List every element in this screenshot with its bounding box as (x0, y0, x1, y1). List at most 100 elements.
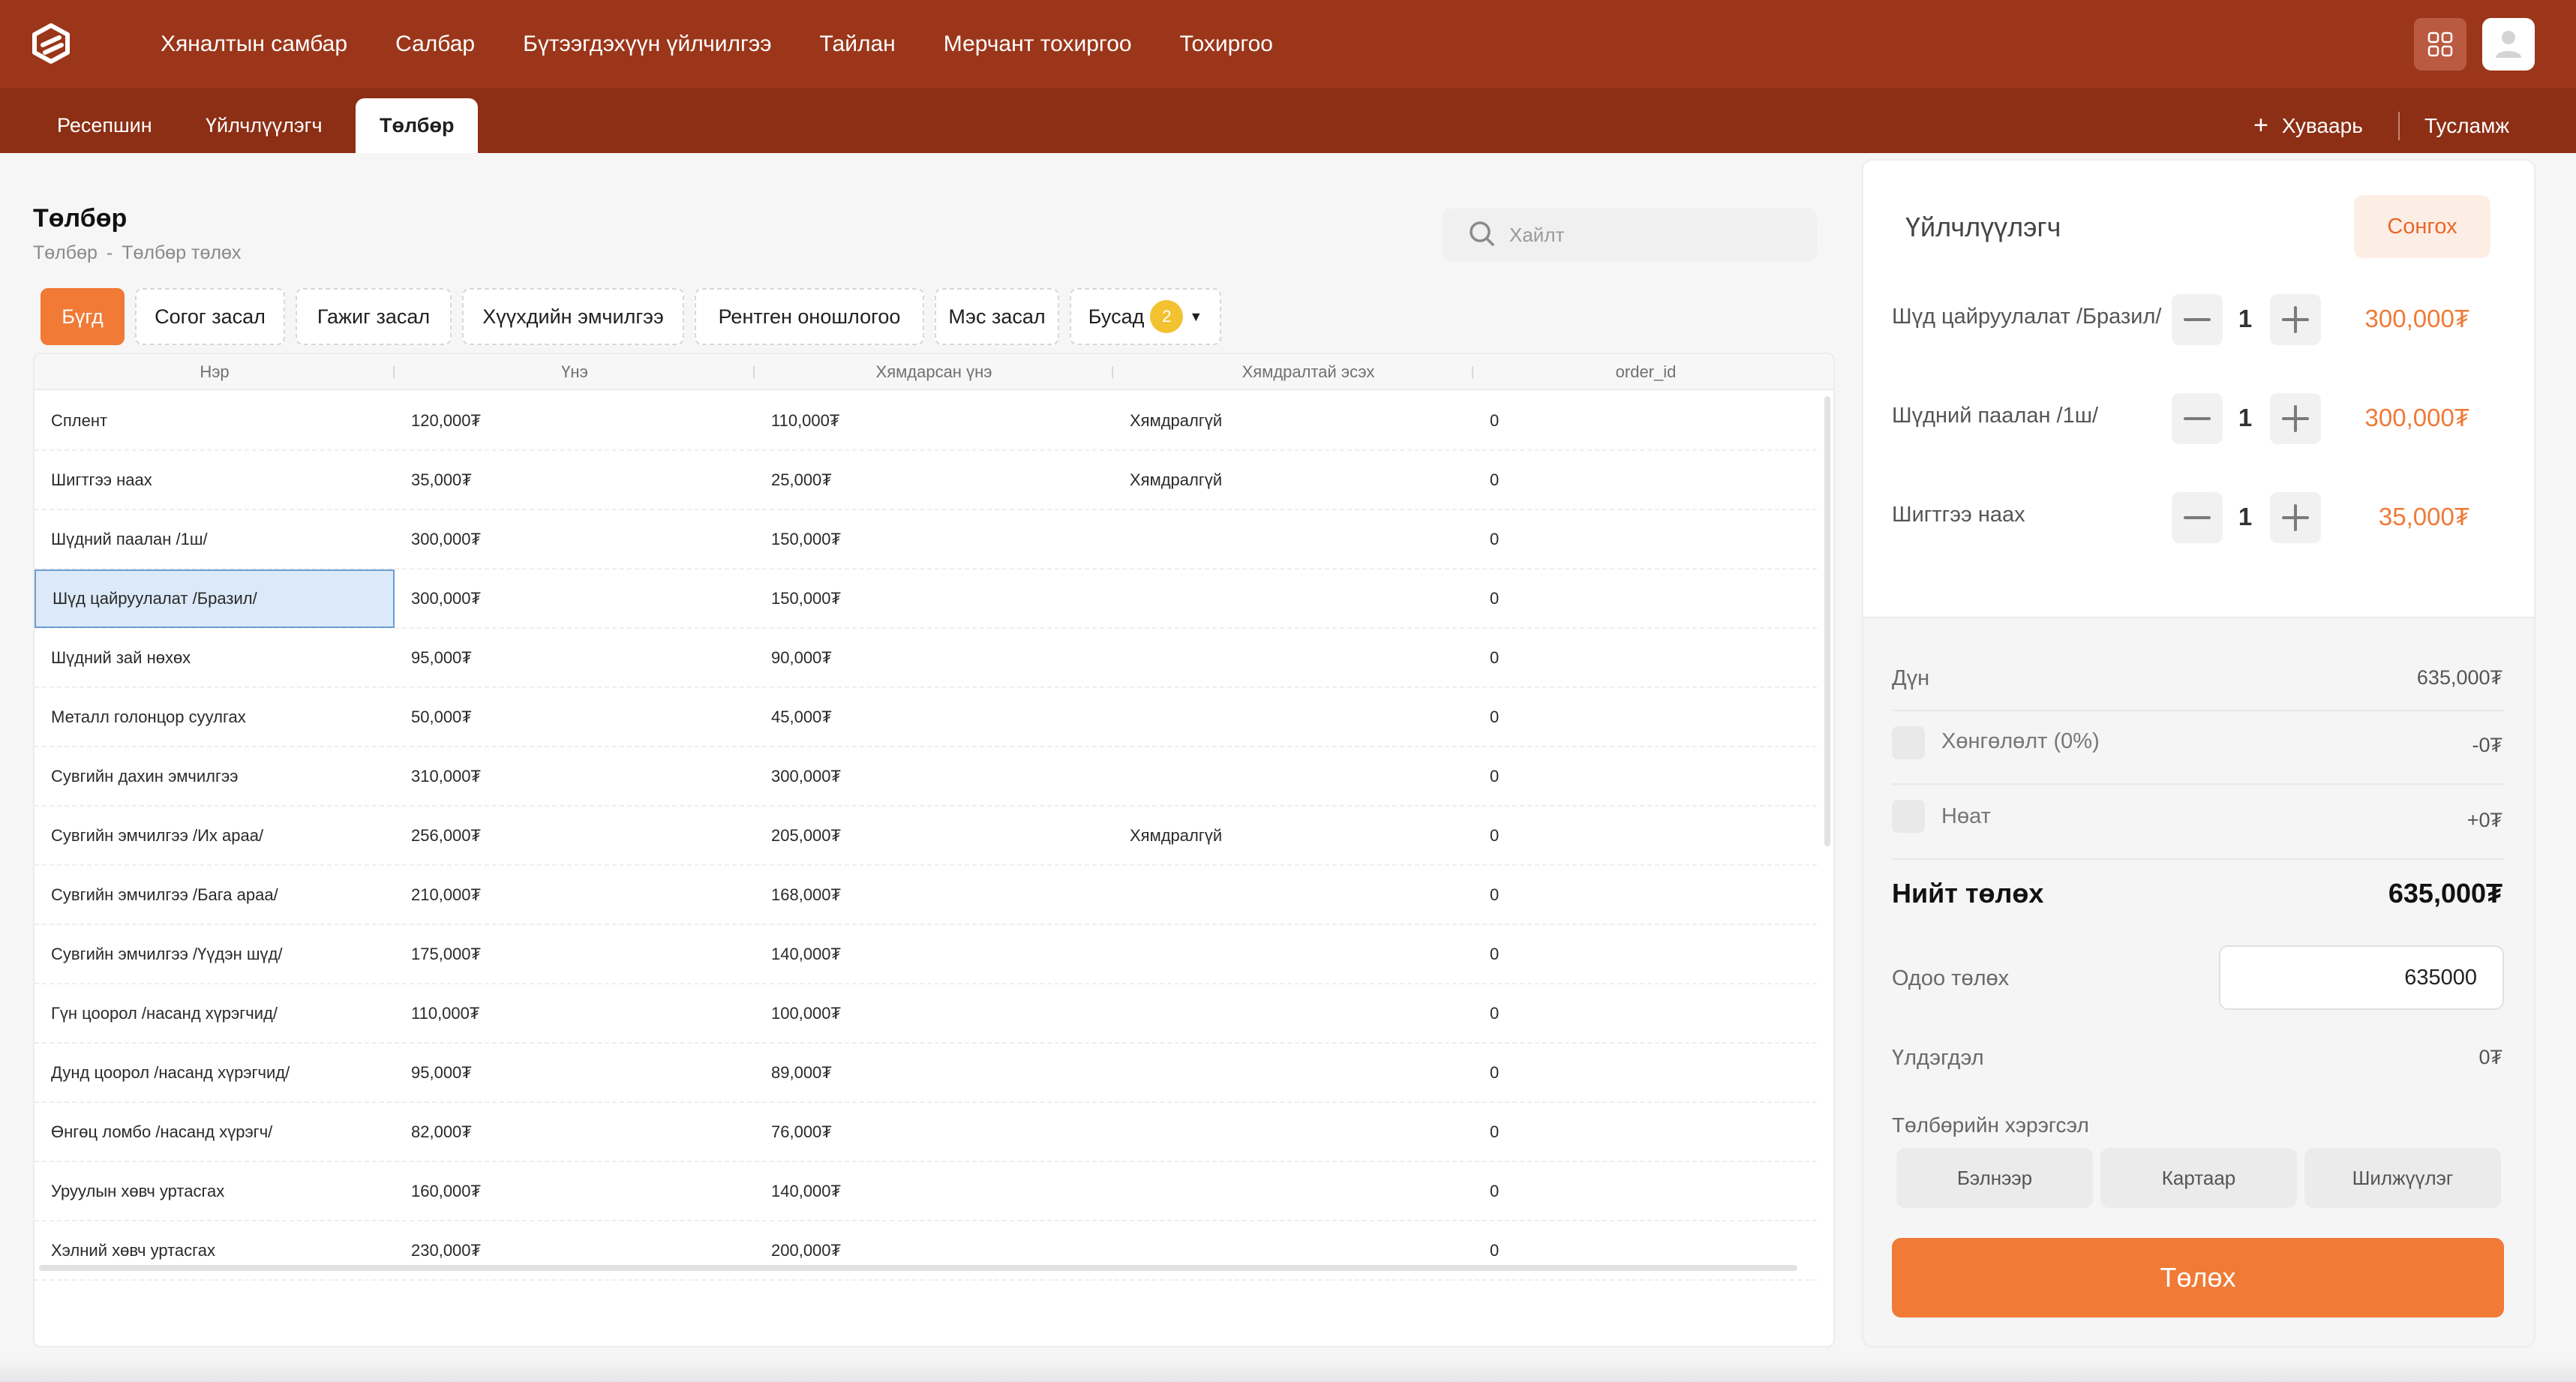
nav-branch[interactable]: Салбар (395, 32, 475, 57)
cell-order-id[interactable]: 0 (1473, 984, 1818, 1043)
nav-dashboard[interactable]: Хяналтын самбар (161, 32, 347, 57)
cell-discount-price[interactable]: 89,000₮ (755, 1044, 1113, 1102)
cell-is-discounted[interactable] (1113, 1221, 1473, 1280)
cell-name[interactable]: Уруулын хөвч уртасгах (35, 1162, 395, 1221)
cell-name[interactable]: Шигтгээ наах (35, 451, 395, 509)
cell-name[interactable]: Сувгийн эмчилгээ /Бага араа/ (35, 866, 395, 924)
table-row[interactable]: Металл голонцор суулгах 50,000₮ 45,000₮ 0 (35, 688, 1817, 747)
cell-price[interactable]: 300,000₮ (395, 569, 755, 628)
minus-icon[interactable] (2172, 294, 2223, 345)
cell-order-id[interactable]: 0 (1473, 510, 1818, 569)
cell-order-id[interactable]: 0 (1473, 866, 1818, 924)
filter-chip-orthodontics[interactable]: Гажиг засал (296, 288, 452, 345)
table-row[interactable]: Өнгөц ломбо /насанд хүрэгч/82,000₮ 76,000… (35, 1103, 1817, 1162)
table-row[interactable]: Шигтгээ наах 35,000₮ 25,000₮ Хямдралгүй 0 (35, 451, 1817, 510)
logo-icon[interactable] (30, 23, 72, 65)
table-row[interactable]: Шүд цайруулалат /Бразил/300,000₮ 150,000₮… (35, 569, 1817, 629)
cell-is-discounted[interactable] (1113, 1103, 1473, 1161)
cell-is-discounted[interactable] (1113, 1044, 1473, 1102)
cell-is-discounted[interactable] (1113, 925, 1473, 984)
minus-icon[interactable] (2172, 492, 2223, 543)
filter-chip-all[interactable]: Бүгд (41, 288, 125, 345)
breadcrumb-item[interactable]: Төлбөр (33, 242, 98, 263)
cell-discount-price[interactable]: 110,000₮ (755, 392, 1113, 450)
minus-icon[interactable] (2172, 393, 2223, 444)
table-row[interactable]: Шүдний зай нөхөх 95,000₮ 90,000₮ 0 (35, 629, 1817, 688)
cell-price[interactable]: 256,000₮ (395, 807, 755, 865)
cell-name[interactable]: Сувгийн эмчилгээ /Үүдэн шүд/ (35, 925, 395, 984)
cell-is-discounted[interactable] (1113, 866, 1473, 924)
table-row[interactable]: Хэлний хөвч уртасгах 230,000₮ 200,000₮ 0 (35, 1221, 1817, 1281)
cell-name[interactable]: Металл голонцор суулгах (35, 688, 395, 747)
cell-order-id[interactable]: 0 (1473, 451, 1818, 509)
column-header-discount-price[interactable]: Хямдарсан үнэ (755, 354, 1113, 390)
payment-method-card[interactable]: Картаар (2100, 1148, 2297, 1208)
nav-merchant-settings[interactable]: Мерчант тохиргоо (944, 32, 1132, 57)
column-header-order-id[interactable]: order_id (1473, 354, 1818, 390)
cell-discount-price[interactable]: 205,000₮ (755, 807, 1113, 865)
cell-order-id[interactable]: 0 (1473, 1162, 1818, 1221)
cell-name[interactable]: Гүн цоорол /насанд хүрэгчид/ (35, 984, 395, 1043)
cell-order-id[interactable]: 0 (1473, 1103, 1818, 1161)
cell-name[interactable]: Шүд цайруулалат /Бразил/ (35, 569, 395, 628)
cell-price[interactable]: 300,000₮ (395, 510, 755, 569)
payment-method-cash[interactable]: Бэлнээр (1896, 1148, 2093, 1208)
cell-price[interactable]: 310,000₮ (395, 747, 755, 806)
cell-is-discounted[interactable]: Хямдралгүй (1113, 451, 1473, 509)
user-avatar[interactable] (2482, 18, 2535, 71)
cell-is-discounted[interactable]: Хямдралгүй (1113, 392, 1473, 450)
tab-payment[interactable]: Төлбөр (356, 98, 479, 153)
cell-order-id[interactable]: 0 (1473, 1221, 1818, 1280)
cell-is-discounted[interactable] (1113, 510, 1473, 569)
cell-name[interactable]: Өнгөц ломбо /насанд хүрэгч/ (35, 1103, 395, 1161)
cell-is-discounted[interactable] (1113, 1162, 1473, 1221)
filter-chip-surgery[interactable]: Мэс засал (935, 288, 1059, 345)
cell-order-id[interactable]: 0 (1473, 807, 1818, 865)
table-row[interactable]: Шүдний паалан /1ш/300,000₮ 150,000₮ 0 (35, 510, 1817, 569)
cell-price[interactable]: 175,000₮ (395, 925, 755, 984)
cell-price[interactable]: 230,000₮ (395, 1221, 755, 1280)
nav-settings[interactable]: Тохиргоо (1180, 32, 1273, 57)
cell-discount-price[interactable]: 25,000₮ (755, 451, 1113, 509)
cell-price[interactable]: 210,000₮ (395, 866, 755, 924)
cell-price[interactable]: 95,000₮ (395, 1044, 755, 1102)
cell-is-discounted[interactable]: Хямдралгүй (1113, 807, 1473, 865)
cell-name[interactable]: Хэлний хөвч уртасгах (35, 1221, 395, 1280)
filter-chip-pediatric[interactable]: Хүүхдийн эмчилгээ (462, 288, 684, 345)
cell-price[interactable]: 35,000₮ (395, 451, 755, 509)
vertical-scrollbar[interactable] (1824, 396, 1830, 846)
table-row[interactable]: Сувгийн дахин эмчилгээ 310,000₮ 300,000₮ 0 (35, 747, 1817, 807)
cell-order-id[interactable]: 0 (1473, 569, 1818, 628)
cell-price[interactable]: 120,000₮ (395, 392, 755, 450)
cell-name[interactable]: Сувгийн дахин эмчилгээ (35, 747, 395, 806)
column-header-is-discounted[interactable]: Хямдралтай эсэх (1113, 354, 1503, 390)
cell-name[interactable]: Сувгийн эмчилгээ /Их араа/ (35, 807, 395, 865)
cell-order-id[interactable]: 0 (1473, 925, 1818, 984)
cell-order-id[interactable]: 0 (1473, 747, 1818, 806)
nav-report[interactable]: Тайлан (820, 32, 896, 57)
cell-discount-price[interactable]: 150,000₮ (755, 569, 1113, 628)
pay-now-input[interactable] (2219, 945, 2504, 1010)
help-button[interactable]: Тусламж (2424, 98, 2509, 153)
table-row[interactable]: Сувгийн эмчилгээ /Үүдэн шүд/175,000₮ 140,… (35, 925, 1817, 984)
cell-discount-price[interactable]: 90,000₮ (755, 629, 1113, 687)
horizontal-scrollbar[interactable] (39, 1265, 1797, 1271)
cell-discount-price[interactable]: 140,000₮ (755, 1162, 1113, 1221)
search-box[interactable] (1442, 209, 1817, 261)
vat-checkbox[interactable] (1892, 800, 1925, 833)
table-row[interactable]: Сувгийн эмчилгээ /Их араа/256,000₮ 205,00… (35, 807, 1817, 866)
filter-chip-xray[interactable]: Рентген оношлогоо (695, 288, 924, 345)
table-row[interactable]: Уруулын хөвч уртасгах 160,000₮ 140,000₮ 0 (35, 1162, 1817, 1221)
cell-is-discounted[interactable] (1113, 747, 1473, 806)
plus-icon[interactable] (2270, 492, 2321, 543)
cell-discount-price[interactable]: 150,000₮ (755, 510, 1113, 569)
cell-discount-price[interactable]: 100,000₮ (755, 984, 1113, 1043)
cell-discount-price[interactable]: 76,000₮ (755, 1103, 1113, 1161)
cell-order-id[interactable]: 0 (1473, 688, 1818, 747)
tab-customer[interactable]: Үйлчлүүлэгч (182, 98, 347, 153)
cell-order-id[interactable]: 0 (1473, 629, 1818, 687)
search-input[interactable] (1509, 223, 1794, 247)
cell-discount-price[interactable]: 200,000₮ (755, 1221, 1113, 1280)
table-row[interactable]: Сплент 120,000₮ 110,000₮ Хямдралгүй 0 (35, 392, 1817, 451)
cell-is-discounted[interactable] (1113, 984, 1473, 1043)
